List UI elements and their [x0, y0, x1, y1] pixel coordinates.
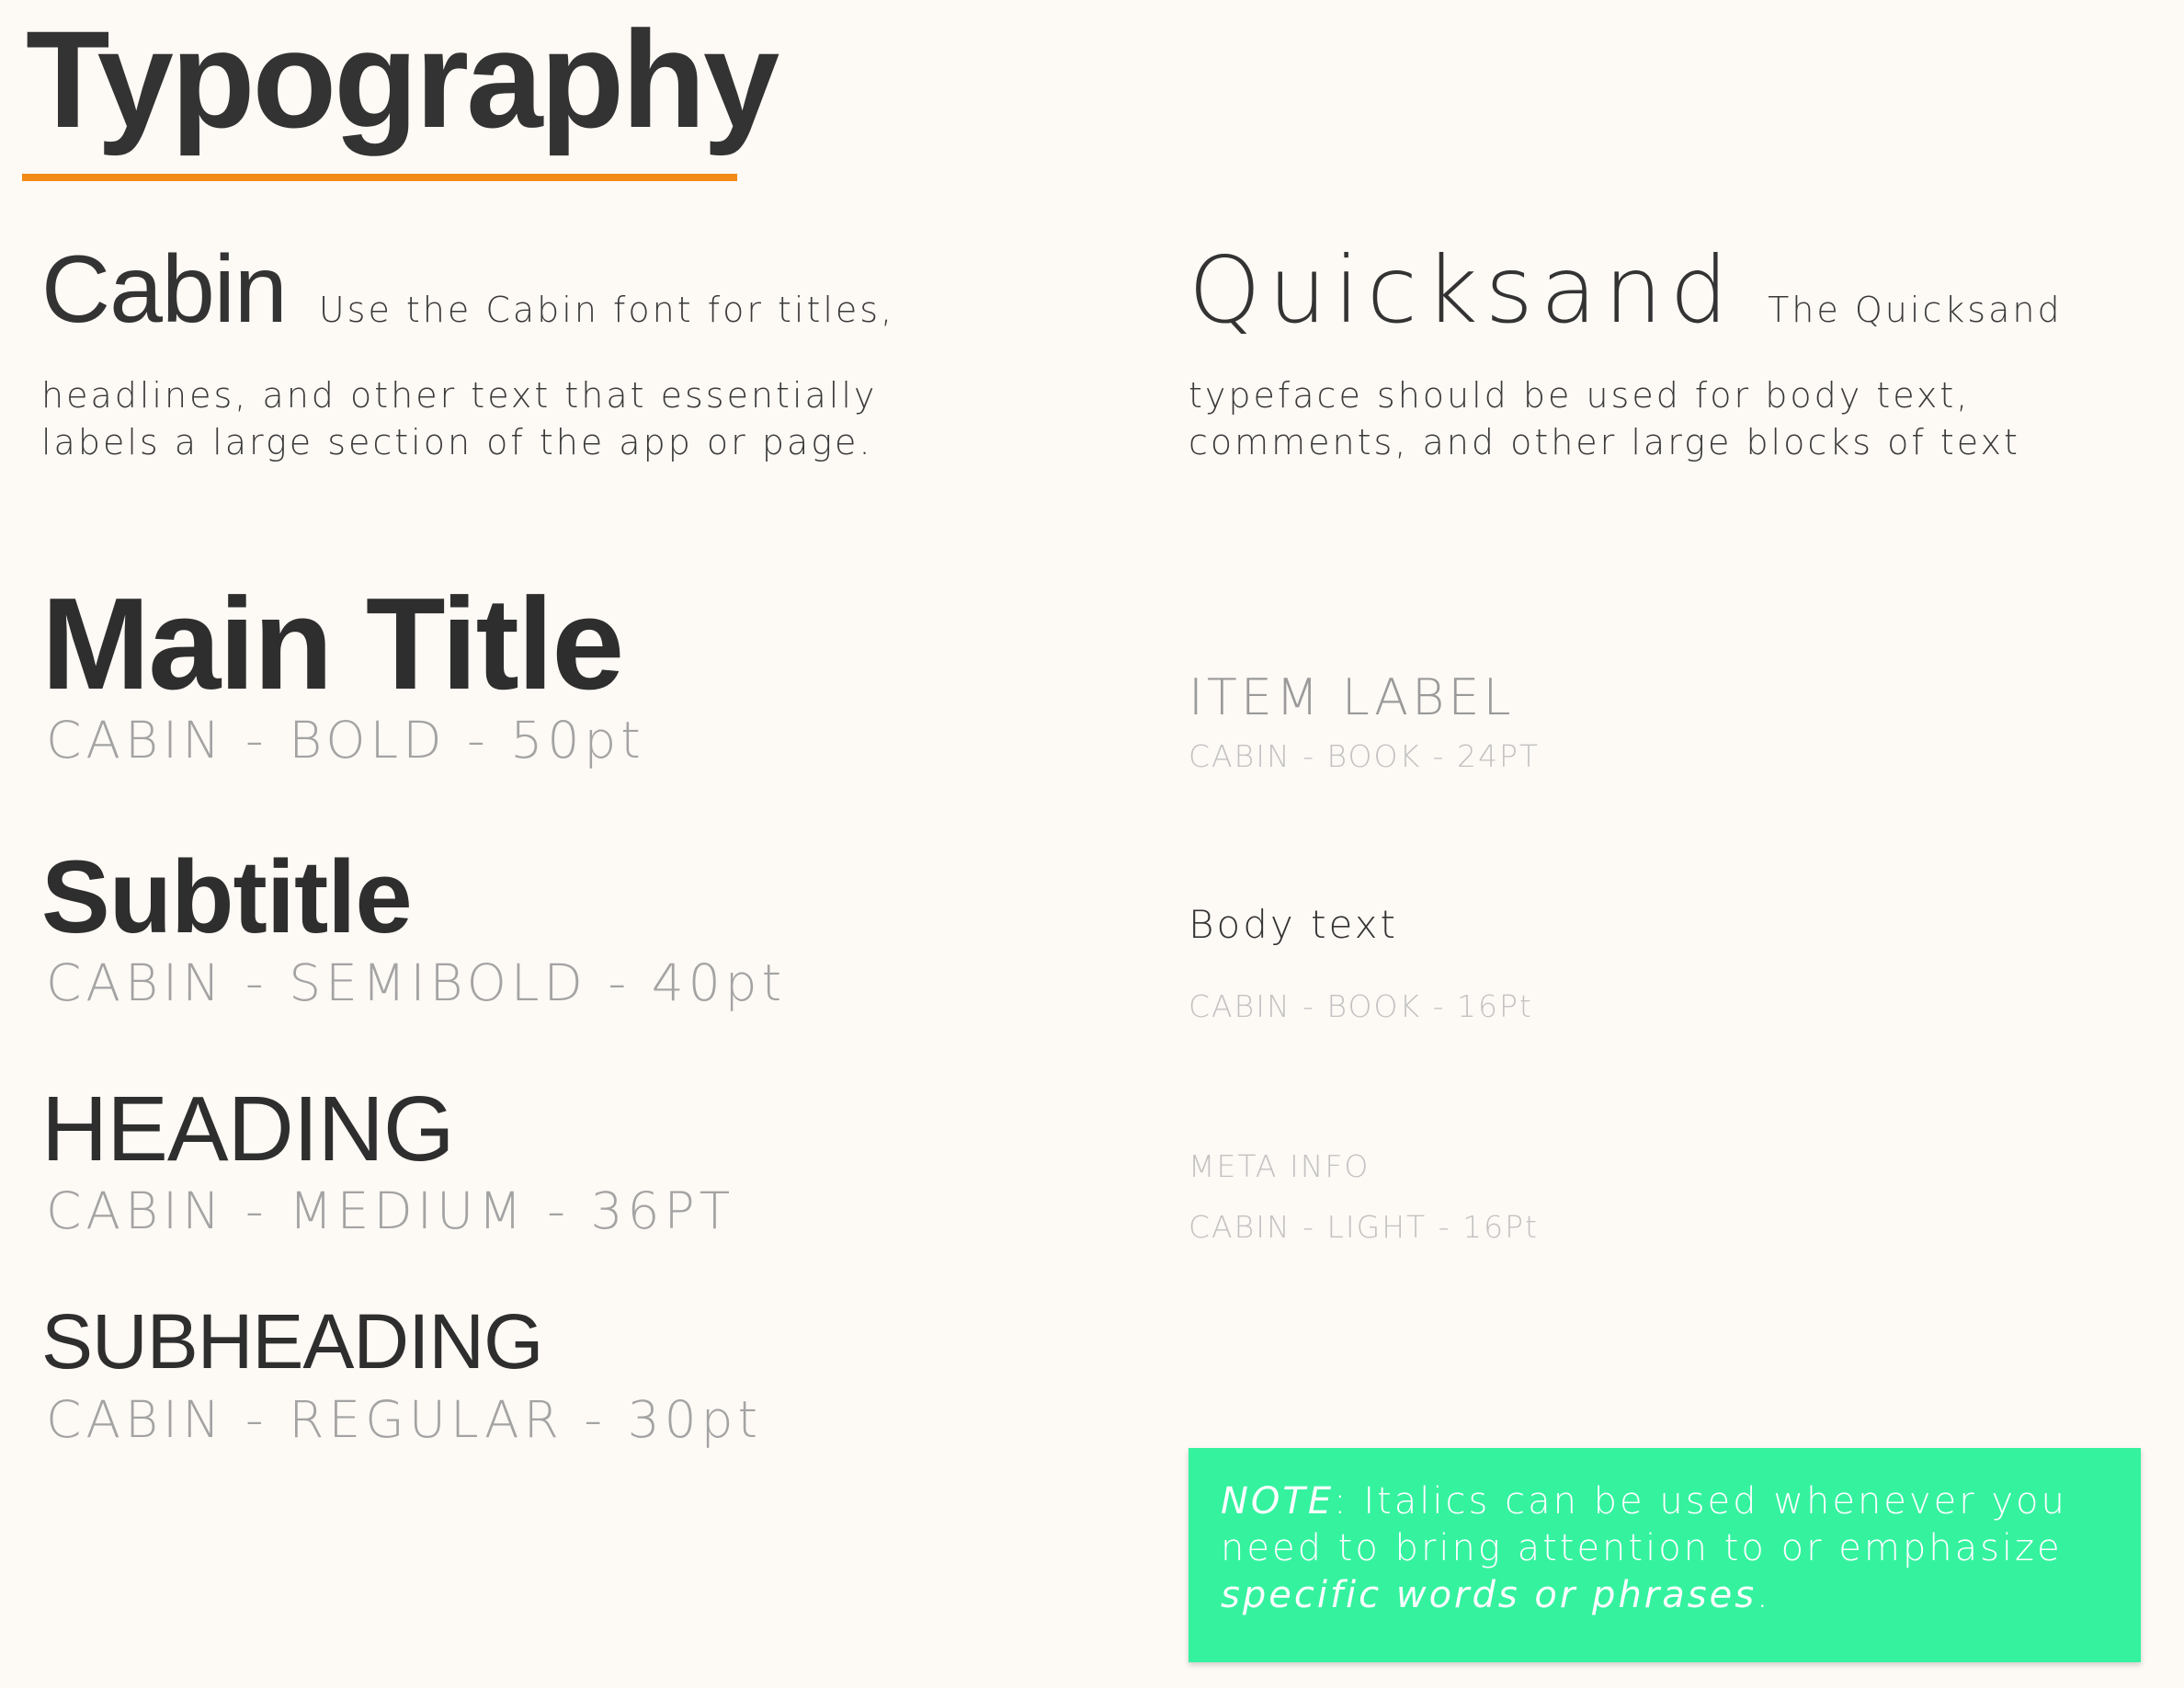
subtitle-sample: Subtitle [41, 839, 413, 954]
note-label: NOTE [1221, 1480, 1335, 1523]
cabin-intro-line-3: labels a large section of the app or pag… [41, 422, 873, 462]
cabin-intro-line-1: Use the Cabin font for titles, [318, 290, 895, 330]
body-text-spec: CABIN - BOOK - 16Pt [1189, 988, 1533, 1024]
quicksand-intro-line-2: typeface should be used for body text, [1189, 375, 1971, 416]
note-callout: NOTE: Italics can be used whenever you n… [1189, 1448, 2141, 1662]
body-text-sample: Body text [1189, 902, 1398, 947]
item-label-spec: CABIN - BOOK - 24PT [1189, 738, 1541, 774]
note-line-1-text: : Italics can be used whenever you [1334, 1480, 2067, 1523]
main-title-sample: Main Title [41, 571, 624, 717]
subheading-sample: SUBHEADING [41, 1298, 543, 1385]
page-title: Typography [26, 2, 779, 156]
cabin-intro-line-2: headlines, and other text that essential… [41, 375, 878, 416]
subheading-spec: CABIN - REGULAR - 30pt [46, 1390, 763, 1449]
meta-info-sample: META INFO [1189, 1148, 1371, 1184]
note-line-3: specific words or phrases. [1221, 1577, 1771, 1614]
main-title-spec: CABIN - BOLD - 50pt [46, 711, 645, 770]
item-label-sample: ITEM LABEL [1189, 668, 1515, 726]
heading-spec: CABIN - MEDIUM - 36PT [46, 1181, 735, 1240]
title-underline [22, 174, 737, 181]
quicksand-intro: Quicksand The Quicksand typeface should … [1189, 245, 2163, 487]
quicksand-intro-line-3: comments, and other large blocks of text [1189, 422, 2020, 462]
note-emphasis: specific words or phrases [1221, 1574, 1757, 1616]
heading-sample: HEADING [41, 1078, 455, 1180]
subtitle-spec: CABIN - SEMIBOLD - 40pt [46, 953, 787, 1012]
note-line-1: NOTE: Italics can be used whenever you [1221, 1483, 2067, 1520]
note-line-3-end: . [1757, 1574, 1771, 1616]
cabin-intro: Cabin Use the Cabin font for titles, hea… [41, 242, 1144, 487]
note-line-2: need to bring attention to or emphasize [1221, 1527, 2063, 1569]
quicksand-font-name: Quicksand [1189, 236, 1735, 344]
meta-info-spec: CABIN - LIGHT - 16Pt [1189, 1209, 1539, 1245]
cabin-font-name: Cabin [41, 236, 288, 343]
quicksand-intro-line-1: The Quicksand [1768, 290, 2063, 330]
